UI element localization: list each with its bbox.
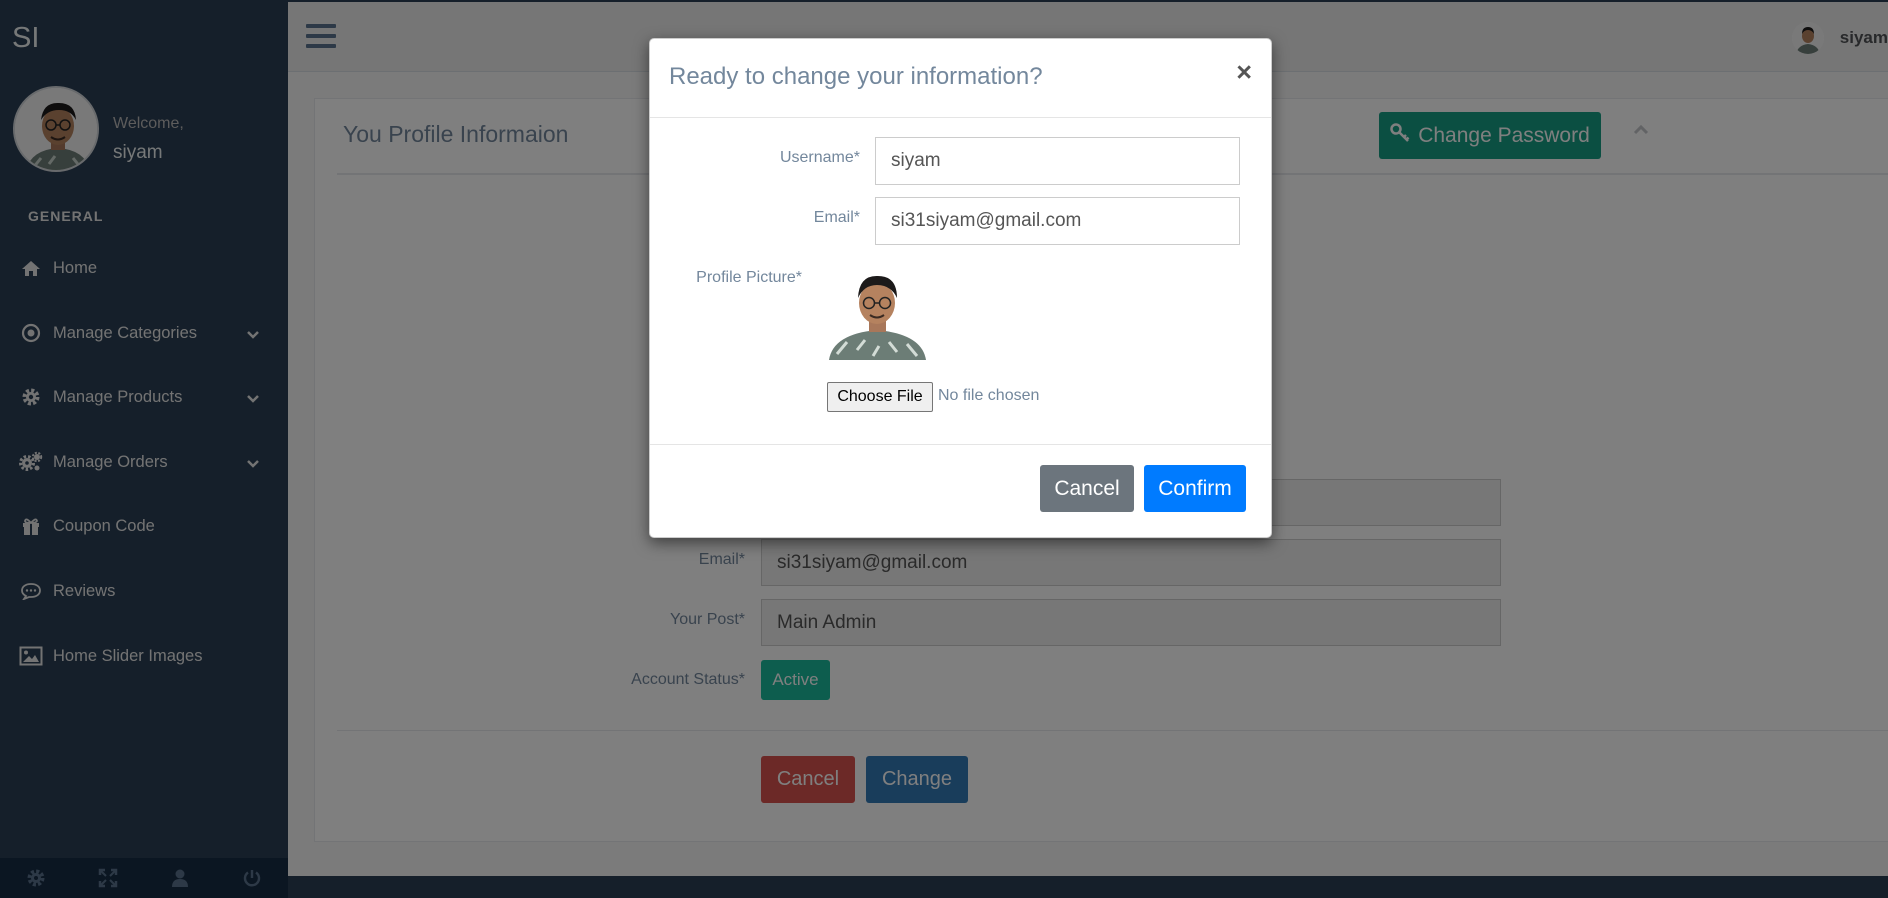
file-status-text: No file chosen <box>938 387 1040 404</box>
email-label: Email* <box>813 209 860 226</box>
edit-info-modal: Ready to change your information? × User… <box>649 38 1272 538</box>
close-icon[interactable]: × <box>1236 59 1252 86</box>
divider <box>650 117 1271 118</box>
modal-cancel-button[interactable]: Cancel <box>1040 465 1134 512</box>
username-input[interactable]: siyam <box>875 137 1240 185</box>
profile-picture-label: Profile Picture* <box>696 269 802 286</box>
choose-file-button[interactable]: Choose File <box>827 382 933 412</box>
modal-title: Ready to change your information? <box>669 63 1043 90</box>
modal-confirm-button[interactable]: Confirm <box>1144 465 1246 512</box>
username-label: Username* <box>779 149 860 166</box>
profile-picture-preview <box>827 270 928 360</box>
email-input[interactable]: si31siyam@gmail.com <box>875 197 1240 245</box>
divider <box>650 444 1271 445</box>
